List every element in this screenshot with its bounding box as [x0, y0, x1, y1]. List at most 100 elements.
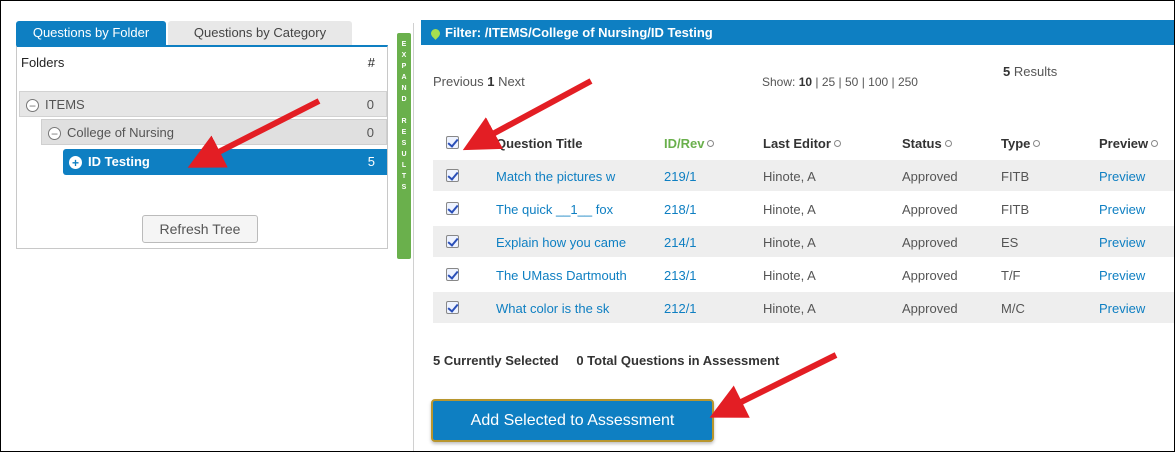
question-title-link[interactable]: Explain how you came — [496, 226, 626, 259]
row-checkbox[interactable] — [446, 268, 459, 281]
filter-bar: Filter: /ITEMS/College of Nursing/ID Tes… — [421, 20, 1174, 45]
tree-header: Folders # — [21, 55, 375, 73]
next-page-link[interactable]: Next — [498, 74, 525, 89]
refresh-tree-button[interactable]: Refresh Tree — [142, 215, 258, 243]
expand-icon[interactable]: + — [69, 156, 82, 170]
type: FITB — [1001, 202, 1030, 217]
column-last-editor[interactable]: Last Editor — [763, 127, 841, 160]
sort-icon[interactable] — [1151, 140, 1159, 148]
sort-icon[interactable] — [1033, 140, 1041, 148]
column-preview[interactable]: Preview — [1099, 127, 1159, 160]
last-editor: Hinote, A — [763, 169, 816, 184]
results-label: Results — [1013, 64, 1058, 79]
expand-bar-letter: N — [401, 85, 407, 92]
checkbox-checked-icon[interactable] — [446, 268, 459, 281]
results-count: 5 Results — [1003, 64, 1057, 79]
column-label: Last Editor — [763, 136, 831, 151]
expand-bar-letter: T — [401, 173, 407, 180]
column-status[interactable]: Status — [902, 127, 952, 160]
table-row: Explain how you came 214/1 Hinote, A App… — [433, 226, 1174, 259]
last-editor: Hinote, A — [763, 268, 816, 283]
column-type[interactable]: Type — [1001, 127, 1041, 160]
preview-link[interactable]: Preview — [1099, 193, 1145, 226]
expand-bar-letter: D — [401, 96, 407, 103]
checkbox-checked-icon[interactable] — [446, 136, 459, 149]
table-header: Question Title ID/Rev Last Editor Status… — [433, 127, 1174, 160]
collapse-icon[interactable]: − — [26, 99, 39, 113]
row-checkbox[interactable] — [446, 301, 459, 314]
page-size-selector: Show: 10 | 25 | 50 | 100 | 250 — [762, 75, 918, 89]
expand-bar-letter: P — [401, 63, 407, 70]
screenshot-frame: Questions by Folder Questions by Categor… — [0, 0, 1175, 452]
panel-divider — [413, 23, 414, 451]
column-question-title: Question Title — [496, 136, 583, 151]
status: Approved — [902, 268, 958, 283]
checkbox-checked-icon[interactable] — [446, 235, 459, 248]
page-size-selected[interactable]: 10 — [799, 75, 812, 89]
preview-link[interactable]: Preview — [1099, 292, 1145, 325]
status: Approved — [902, 169, 958, 184]
sort-icon[interactable] — [944, 140, 952, 148]
sort-icon[interactable] — [707, 140, 715, 148]
total-in-assessment-count: 0 Total Questions in Assessment — [576, 353, 780, 368]
expand-bar-letter: A — [401, 74, 407, 81]
question-id-link[interactable]: 214/1 — [664, 226, 697, 259]
checkbox-checked-icon[interactable] — [446, 301, 459, 314]
tree-node-college-of-nursing[interactable]: − College of Nursing 0 — [41, 119, 387, 145]
question-id-link[interactable]: 212/1 — [664, 292, 697, 325]
expand-bar-letter: S — [401, 184, 407, 191]
question-id-link[interactable]: 219/1 — [664, 160, 697, 193]
type: ES — [1001, 235, 1019, 250]
expand-bar-letter: L — [401, 162, 407, 169]
sort-icon[interactable] — [833, 140, 841, 148]
preview-link[interactable]: Preview — [1099, 160, 1145, 193]
expand-bar-letter: E — [401, 41, 407, 48]
table-row: What color is the sk 212/1 Hinote, A App… — [433, 292, 1174, 325]
question-title-link[interactable]: What color is the sk — [496, 292, 609, 325]
expand-bar-letter — [397, 105, 411, 116]
question-title-link[interactable]: The quick __1__ fox — [496, 193, 613, 226]
expand-bar-letter: E — [401, 129, 407, 136]
add-selected-to-assessment-button[interactable]: Add Selected to Assessment — [431, 399, 714, 442]
status: Approved — [902, 301, 958, 316]
question-id-link[interactable]: 218/1 — [664, 193, 697, 226]
tree-node-items[interactable]: − ITEMS 0 — [19, 91, 387, 117]
column-id-rev[interactable]: ID/Rev — [664, 127, 715, 160]
tab-questions-by-folder[interactable]: Questions by Folder — [16, 21, 166, 45]
tree-node-label: ITEMS — [45, 97, 85, 112]
preview-link[interactable]: Preview — [1099, 259, 1145, 292]
row-checkbox[interactable] — [446, 235, 459, 248]
tree-node-count: 5 — [367, 154, 375, 169]
tab-questions-by-category[interactable]: Questions by Category — [168, 21, 352, 45]
row-checkbox[interactable] — [446, 202, 459, 215]
preview-link[interactable]: Preview — [1099, 226, 1145, 259]
column-label: Type — [1001, 136, 1031, 151]
pagination: Previous 1 Next — [433, 74, 525, 89]
selection-summary: 5 Currently Selected 0 Total Questions i… — [433, 353, 793, 368]
show-label: Show: — [762, 75, 796, 89]
last-editor: Hinote, A — [763, 202, 816, 217]
checkbox-checked-icon[interactable] — [446, 169, 459, 182]
question-title-link[interactable]: The UMass Dartmouth — [496, 259, 627, 292]
questions-table: Question Title ID/Rev Last Editor Status… — [433, 127, 1174, 325]
table-row: The UMass Dartmouth 213/1 Hinote, A Appr… — [433, 259, 1174, 292]
expand-bar-letter: X — [401, 52, 407, 59]
tree-node-count: 0 — [366, 97, 374, 112]
collapse-icon[interactable]: − — [48, 127, 61, 141]
select-all-checkbox[interactable] — [446, 136, 459, 149]
tree-node-count: 0 — [366, 125, 374, 140]
status: Approved — [902, 235, 958, 250]
previous-page-link[interactable]: Previous — [433, 74, 484, 89]
map-pin-icon — [429, 27, 442, 40]
checkbox-checked-icon[interactable] — [446, 202, 459, 215]
row-checkbox[interactable] — [446, 169, 459, 182]
expand-results-toggle[interactable]: EXPAND RESULTS — [397, 33, 411, 259]
tree-node-label: College of Nursing — [67, 125, 174, 140]
page-size-options[interactable]: 25 | 50 | 100 | 250 — [822, 75, 918, 89]
question-id-link[interactable]: 213/1 — [664, 259, 697, 292]
column-label: Preview — [1099, 136, 1149, 151]
tree-node-id-testing[interactable]: + ID Testing 5 — [63, 149, 387, 175]
type: FITB — [1001, 169, 1030, 184]
question-title-link[interactable]: Match the pictures w — [496, 160, 615, 193]
expand-bar-letter: S — [401, 140, 407, 147]
